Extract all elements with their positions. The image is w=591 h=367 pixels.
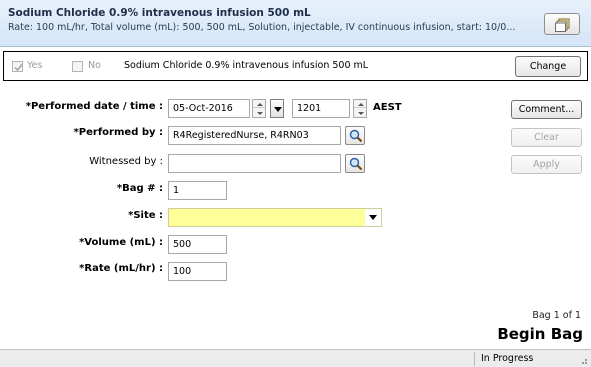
time-spinner[interactable] — [353, 99, 367, 118]
performed-by-search-button[interactable] — [345, 126, 365, 145]
bag-number-input[interactable]: 1 — [168, 181, 227, 200]
check-icon — [14, 64, 23, 72]
documents-icon — [555, 18, 570, 32]
search-icon — [349, 157, 363, 171]
status-text: In Progress — [481, 353, 534, 364]
witnessed-by-input[interactable] — [168, 154, 341, 173]
performed-by-input[interactable]: R4RegisteredNurse, R4RN03 — [168, 126, 341, 145]
spin-arrows-icon — [358, 103, 364, 115]
order-confirmation: Yes No Sodium Chloride 0.9% intravenous … — [3, 51, 588, 81]
order-details: Rate: 100 mL/hr, Total volume (mL): 500,… — [8, 22, 516, 33]
rate-label: *Rate (mL/hr) : — [79, 263, 163, 274]
status-divider — [474, 352, 475, 366]
no-checkbox[interactable] — [72, 61, 83, 72]
no-label: No — [88, 60, 101, 71]
performed-time-input[interactable]: 1201 — [292, 99, 350, 118]
site-select[interactable] — [168, 208, 382, 227]
begin-bag-title: Begin Bag — [497, 325, 583, 343]
yes-checkbox[interactable] — [12, 61, 23, 72]
date-picker-dropdown[interactable] — [270, 99, 284, 118]
chevron-down-icon — [274, 107, 282, 112]
bag-count: Bag 1 of 1 — [532, 310, 581, 321]
yes-label: Yes — [27, 60, 43, 71]
order-title: Sodium Chloride 0.9% intravenous infusio… — [8, 7, 311, 19]
performed-datetime-label: *Performed date / time : — [25, 101, 163, 112]
status-bar: In Progress — [0, 349, 591, 367]
order-text: Sodium Chloride 0.9% intravenous infusio… — [124, 60, 369, 71]
comment-button[interactable]: Comment... — [511, 100, 582, 119]
witnessed-by-search-button[interactable] — [345, 154, 365, 173]
witnessed-by-label: Witnessed by : — [89, 156, 163, 167]
search-icon — [349, 129, 363, 143]
bag-number-label: *Bag # : — [116, 183, 163, 194]
change-button[interactable]: Change — [515, 56, 581, 77]
site-label: *Site : — [128, 210, 163, 221]
rate-input[interactable]: 100 — [168, 262, 227, 281]
volume-label: *Volume (mL) : — [79, 237, 163, 248]
view-documents-button[interactable] — [544, 13, 580, 35]
site-dropdown-arrow[interactable] — [365, 209, 381, 226]
order-header: Sodium Chloride 0.9% intravenous infusio… — [0, 0, 591, 47]
resize-grip-icon[interactable] — [578, 355, 588, 365]
date-spinner[interactable] — [252, 99, 266, 118]
apply-button[interactable]: Apply — [511, 155, 582, 174]
timezone-label: AEST — [373, 102, 402, 113]
performed-date-input[interactable]: 05-Oct-2016 — [168, 99, 250, 118]
volume-input[interactable]: 500 — [168, 235, 227, 254]
clear-button[interactable]: Clear — [511, 128, 582, 147]
performed-by-label: *Performed by : — [73, 127, 163, 138]
spin-arrows-icon — [257, 103, 263, 115]
chevron-down-icon — [369, 215, 377, 220]
